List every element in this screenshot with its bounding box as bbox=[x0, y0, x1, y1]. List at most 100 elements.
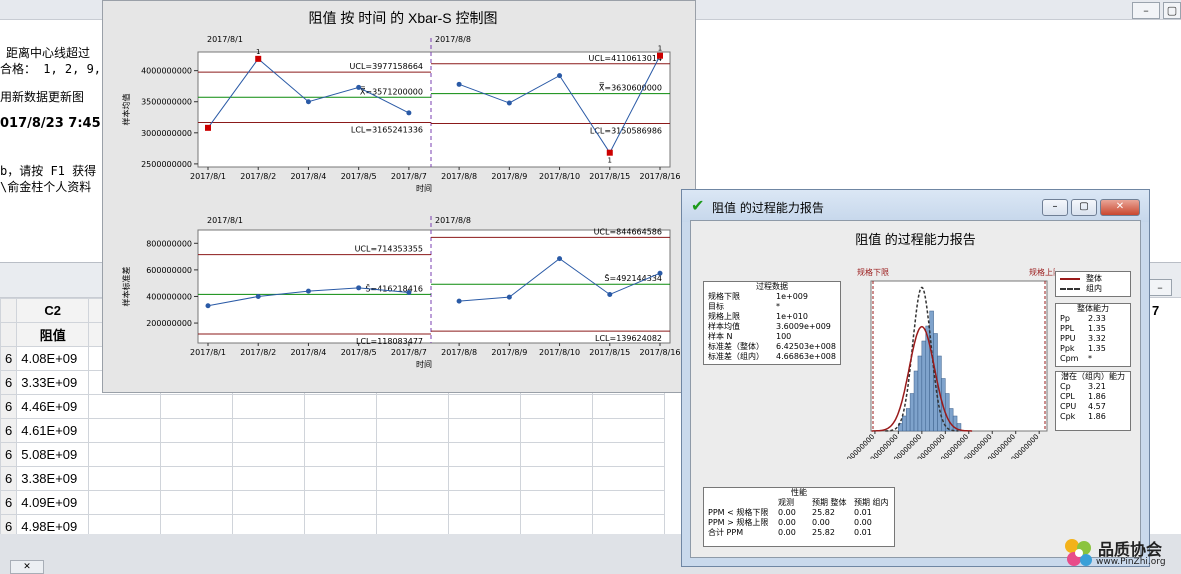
worksheet-empty-cell[interactable] bbox=[304, 418, 378, 443]
worksheet-empty-cell[interactable] bbox=[232, 442, 306, 467]
data-point bbox=[557, 73, 563, 79]
stat-key: 样本均值 bbox=[708, 322, 740, 331]
maximize-button[interactable]: ▢ bbox=[1071, 199, 1097, 216]
worksheet-empty-cell[interactable] bbox=[448, 490, 522, 515]
worksheet-empty-cell[interactable] bbox=[592, 466, 666, 491]
performance-heading: 性能 bbox=[791, 488, 807, 497]
worksheet-empty-cell[interactable] bbox=[376, 394, 450, 419]
row-number[interactable]: 6 bbox=[0, 442, 18, 467]
worksheet-empty-cell[interactable] bbox=[160, 514, 234, 534]
capability-report-window[interactable]: ✔ 阻值 的过程能力报告 – ▢ ✕ 阻值 的过程能力报告 过程数据 规格下限 1… bbox=[681, 189, 1150, 567]
worksheet-empty-cell[interactable] bbox=[520, 394, 594, 419]
worksheet-empty-cell[interactable] bbox=[592, 514, 666, 534]
close-button[interactable]: ✕ bbox=[1100, 199, 1140, 216]
worksheet-empty-cell[interactable] bbox=[160, 442, 234, 467]
stat-row: 标准差（组内） 4.66863e+008 bbox=[704, 352, 840, 362]
worksheet-empty-cell[interactable] bbox=[376, 514, 450, 534]
worksheet-minimize-button[interactable]: – bbox=[1148, 279, 1172, 296]
worksheet-empty-cell[interactable] bbox=[520, 442, 594, 467]
performance-value: 0.01 bbox=[854, 508, 872, 517]
worksheet-empty-cell[interactable] bbox=[304, 466, 378, 491]
session-restore-button[interactable]: ▢ bbox=[1163, 2, 1181, 19]
cell-c2[interactable]: 4.46E+09 bbox=[16, 394, 90, 419]
worksheet-empty-cell[interactable] bbox=[88, 394, 162, 419]
worksheet-empty-cell[interactable] bbox=[520, 466, 594, 491]
cell-c2[interactable]: 4.08E+09 bbox=[16, 346, 90, 371]
worksheet-empty-cell[interactable] bbox=[232, 418, 306, 443]
cell-c2[interactable]: 4.61E+09 bbox=[16, 418, 90, 443]
worksheet-empty-cell[interactable] bbox=[88, 418, 162, 443]
row-number[interactable]: 6 bbox=[0, 370, 18, 395]
worksheet-empty-cell[interactable] bbox=[304, 490, 378, 515]
worksheet-empty-cell[interactable] bbox=[232, 466, 306, 491]
row-number[interactable]: 6 bbox=[0, 418, 18, 443]
stat-value: 2.33 bbox=[1088, 314, 1106, 323]
cell-c2[interactable]: 5.08E+09 bbox=[16, 442, 90, 467]
worksheet-empty-cell[interactable] bbox=[88, 466, 162, 491]
worksheet-empty-cell[interactable] bbox=[448, 394, 522, 419]
worksheet-empty-cell[interactable] bbox=[160, 418, 234, 443]
data-point bbox=[657, 270, 663, 276]
column-id-c2[interactable]: C2 bbox=[16, 298, 90, 323]
performance-value: 0.00 bbox=[854, 518, 872, 527]
worksheet-empty-cell[interactable] bbox=[376, 490, 450, 515]
minimize-button[interactable]: – bbox=[1042, 199, 1068, 216]
capability-titlebar[interactable]: ✔ 阻值 的过程能力报告 – ▢ ✕ bbox=[682, 190, 1149, 222]
xbar-s-graph-window[interactable]: 阻值 按 时间 的 Xbar-S 控制图 4000000000 350000000… bbox=[102, 0, 696, 393]
row-number[interactable]: 6 bbox=[0, 514, 18, 534]
histogram-bar bbox=[948, 408, 954, 432]
cell-c2[interactable]: 4.98E+09 bbox=[16, 514, 90, 534]
worksheet-empty-cell[interactable] bbox=[448, 442, 522, 467]
worksheet-empty-cell[interactable] bbox=[232, 514, 306, 534]
worksheet-empty-cell[interactable] bbox=[448, 466, 522, 491]
stat-key: 目标 bbox=[708, 302, 724, 311]
row-number[interactable]: 6 bbox=[0, 394, 18, 419]
worksheet-empty-cell[interactable] bbox=[304, 442, 378, 467]
stat-value: 4.66863e+008 bbox=[776, 352, 836, 361]
stat-value: 1e+010 bbox=[776, 312, 808, 321]
legend-label: 组内 bbox=[1086, 284, 1102, 293]
cell-c2[interactable]: 3.38E+09 bbox=[16, 466, 90, 491]
worksheet-empty-cell[interactable] bbox=[592, 418, 666, 443]
row-number[interactable]: 6 bbox=[0, 490, 18, 515]
x-tick-label: 2017/8/10 bbox=[539, 348, 580, 357]
worksheet-empty-cell[interactable] bbox=[376, 442, 450, 467]
worksheet-empty-cell[interactable] bbox=[448, 514, 522, 534]
worksheet-empty-cell[interactable] bbox=[592, 394, 666, 419]
worksheet-empty-cell[interactable] bbox=[232, 490, 306, 515]
column-name-c2[interactable]: 阻值 bbox=[16, 322, 90, 347]
worksheet-empty-cell[interactable] bbox=[520, 490, 594, 515]
row-number[interactable]: 6 bbox=[0, 466, 18, 491]
worksheet-empty-cell[interactable] bbox=[88, 514, 162, 534]
worksheet-empty-cell[interactable] bbox=[160, 490, 234, 515]
worksheet-empty-cell[interactable] bbox=[592, 442, 666, 467]
legend-swatch-solid bbox=[1060, 278, 1080, 284]
worksheet-empty-cell[interactable] bbox=[376, 466, 450, 491]
stat-row: Pp 2.33 bbox=[1056, 314, 1130, 324]
row-header-corner bbox=[0, 322, 18, 347]
worksheet-empty-cell[interactable] bbox=[376, 418, 450, 443]
cell-c2[interactable]: 4.09E+09 bbox=[16, 490, 90, 515]
performance-header-row: 观测 预期 整体 预期 组内 bbox=[704, 498, 894, 508]
performance-value: 0.00 bbox=[778, 508, 796, 517]
worksheet-empty-cell[interactable] bbox=[304, 394, 378, 419]
capability-report-content: 阻值 的过程能力报告 过程数据 规格下限 1e+009 目标 * 规格上限 1e+010 样… bbox=[690, 220, 1141, 558]
worksheet-tab-close-icon[interactable]: ✕ bbox=[10, 560, 44, 574]
worksheet-empty-cell[interactable] bbox=[592, 490, 666, 515]
worksheet-empty-cell[interactable] bbox=[448, 418, 522, 443]
stat-row: 规格上限 1e+010 bbox=[704, 312, 840, 322]
worksheet-empty-cell[interactable] bbox=[160, 466, 234, 491]
worksheet-empty-cell[interactable] bbox=[160, 394, 234, 419]
worksheet-empty-cell[interactable] bbox=[88, 442, 162, 467]
session-minimize-button[interactable]: – bbox=[1132, 2, 1160, 19]
worksheet-empty-cell[interactable] bbox=[520, 418, 594, 443]
out-of-control-point bbox=[255, 55, 262, 62]
worksheet-empty-cell[interactable] bbox=[304, 514, 378, 534]
cell-c2[interactable]: 3.33E+09 bbox=[16, 370, 90, 395]
worksheet-empty-cell[interactable] bbox=[232, 394, 306, 419]
worksheet-empty-cell[interactable] bbox=[520, 514, 594, 534]
performance-header-spacer bbox=[704, 498, 778, 508]
worksheet-empty-cell[interactable] bbox=[88, 490, 162, 515]
row-number[interactable]: 6 bbox=[0, 346, 18, 371]
performance-box: 性能 观测 预期 整体 预期 组内 PPM < 规格下限 0.00 25.82 0.01 PP… bbox=[703, 487, 895, 547]
